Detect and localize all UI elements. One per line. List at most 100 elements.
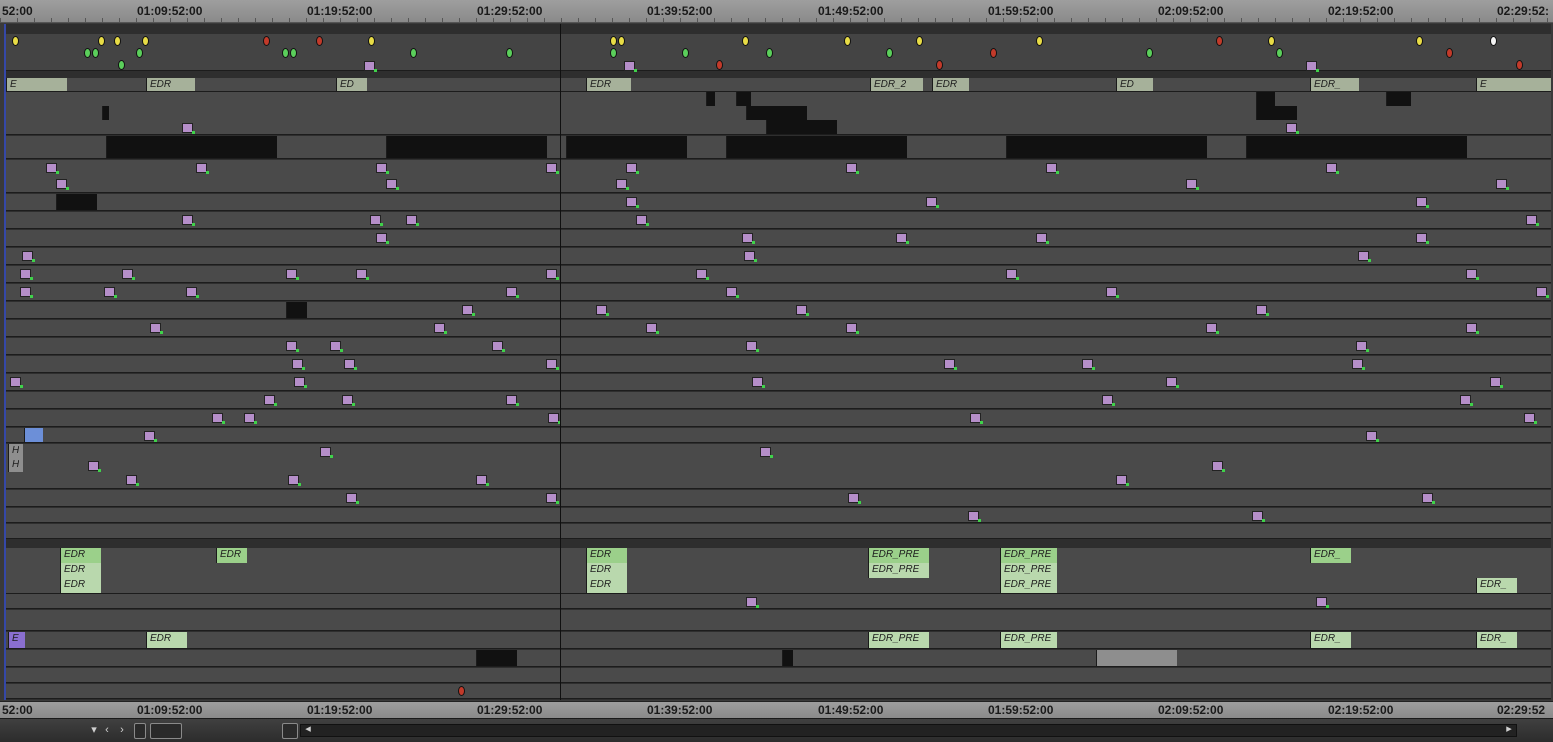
clip[interactable]: EDR_PRE bbox=[1000, 563, 1057, 578]
effect-icon[interactable] bbox=[546, 269, 559, 280]
effect-icon[interactable] bbox=[356, 269, 369, 280]
audio-track[interactable] bbox=[6, 594, 1551, 609]
effect-icon[interactable] bbox=[546, 493, 559, 504]
marker-yellow[interactable] bbox=[1416, 36, 1423, 46]
effect-icon[interactable] bbox=[1102, 395, 1115, 406]
clip[interactable] bbox=[706, 92, 715, 106]
clip[interactable]: EDR bbox=[146, 78, 195, 91]
effect-icon[interactable] bbox=[506, 287, 519, 298]
clip[interactable]: H bbox=[8, 444, 23, 458]
effect-icon[interactable] bbox=[1326, 163, 1339, 174]
effect-icon[interactable] bbox=[406, 215, 419, 226]
effect-icon[interactable] bbox=[1106, 287, 1119, 298]
effect-icon[interactable] bbox=[846, 163, 859, 174]
effect-icon[interactable] bbox=[1006, 269, 1019, 280]
clip[interactable] bbox=[56, 194, 97, 210]
video-track[interactable] bbox=[6, 524, 1551, 539]
clip[interactable] bbox=[1256, 106, 1297, 120]
clip[interactable]: EDR_2 bbox=[870, 78, 923, 91]
video-track[interactable]: E EDR ED EDR EDR_2 EDR ED EDR_ E bbox=[6, 78, 1551, 92]
clip[interactable]: EDR_ bbox=[1476, 578, 1517, 593]
marker-green[interactable] bbox=[118, 60, 125, 70]
zoom-slider[interactable] bbox=[150, 723, 182, 739]
effect-track[interactable] bbox=[6, 472, 1551, 489]
effect-icon[interactable] bbox=[796, 305, 809, 316]
effect-icon[interactable] bbox=[1358, 251, 1371, 262]
effect-icon[interactable] bbox=[150, 323, 163, 334]
effect-icon[interactable] bbox=[1366, 431, 1379, 442]
marker-red[interactable] bbox=[263, 36, 270, 46]
effect-icon[interactable] bbox=[1490, 377, 1503, 388]
clip[interactable]: E bbox=[1476, 78, 1551, 91]
effect-icon[interactable] bbox=[548, 413, 561, 424]
effect-icon[interactable] bbox=[1212, 461, 1225, 472]
marker-yellow[interactable] bbox=[618, 36, 625, 46]
chevron-right-icon[interactable]: › bbox=[116, 723, 128, 737]
marker-green[interactable] bbox=[282, 48, 289, 58]
scroll-left-icon[interactable]: ◂ bbox=[303, 722, 313, 736]
marker-green[interactable] bbox=[766, 48, 773, 58]
clip[interactable]: EDR_PRE bbox=[868, 632, 929, 648]
effect-icon[interactable] bbox=[56, 179, 69, 190]
clip[interactable]: EDR_ bbox=[1310, 548, 1351, 563]
effect-icon[interactable] bbox=[182, 123, 195, 134]
effect-icon[interactable] bbox=[506, 395, 519, 406]
effect-icon[interactable] bbox=[264, 395, 277, 406]
effect-track[interactable] bbox=[6, 410, 1551, 427]
effect-icon[interactable] bbox=[1416, 197, 1429, 208]
clip[interactable] bbox=[736, 92, 751, 106]
effect-icon[interactable] bbox=[626, 163, 639, 174]
clip[interactable]: ED bbox=[336, 78, 367, 91]
effect-track[interactable] bbox=[6, 284, 1551, 301]
effect-icon[interactable] bbox=[746, 597, 759, 608]
marker-yellow[interactable] bbox=[610, 36, 617, 46]
marker-red[interactable] bbox=[458, 686, 465, 696]
effect-icon[interactable] bbox=[1496, 179, 1509, 190]
effect-icon[interactable] bbox=[1524, 413, 1537, 424]
video-track[interactable] bbox=[6, 92, 1551, 107]
effect-icon[interactable] bbox=[1536, 287, 1549, 298]
video-track[interactable] bbox=[6, 120, 1551, 135]
effect-icon[interactable] bbox=[1460, 395, 1473, 406]
effect-icon[interactable] bbox=[746, 341, 759, 352]
video-track-dense[interactable] bbox=[6, 136, 1551, 159]
audio-track[interactable]: EDR EDR EDR_PRE EDR_ bbox=[6, 578, 1551, 594]
zoom-out-icon[interactable] bbox=[134, 723, 146, 739]
effect-icon[interactable] bbox=[636, 215, 649, 226]
horizontal-scrollbar[interactable]: ◂ ▸ bbox=[300, 722, 1517, 737]
clip[interactable]: EDR_PRE bbox=[868, 548, 929, 563]
effect-icon[interactable] bbox=[212, 413, 225, 424]
effect-icon[interactable] bbox=[10, 377, 23, 388]
effect-icon[interactable] bbox=[944, 359, 957, 370]
marker-yellow[interactable] bbox=[1268, 36, 1275, 46]
effect-icon[interactable] bbox=[626, 197, 639, 208]
clip[interactable] bbox=[726, 136, 907, 158]
marker-yellow[interactable] bbox=[142, 36, 149, 46]
marker-green[interactable] bbox=[84, 48, 91, 58]
effect-icon[interactable] bbox=[624, 61, 637, 72]
timecode-ruler-bottom[interactable]: 52:00 01:09:52:00 01:19:52:00 01:29:52:0… bbox=[0, 701, 1553, 719]
effect-icon[interactable] bbox=[926, 197, 939, 208]
marker-red[interactable] bbox=[1216, 36, 1223, 46]
effect-track[interactable]: H bbox=[6, 444, 1551, 459]
effect-track[interactable] bbox=[6, 302, 1551, 319]
clip[interactable]: EDR bbox=[586, 548, 627, 563]
clip[interactable] bbox=[782, 650, 793, 666]
effect-icon[interactable] bbox=[386, 179, 399, 190]
effect-icon[interactable] bbox=[646, 323, 659, 334]
effect-track[interactable] bbox=[6, 160, 1551, 177]
marker-track[interactable] bbox=[6, 58, 1551, 72]
clip[interactable]: EDR_ bbox=[1310, 78, 1359, 91]
clip[interactable]: EDR bbox=[60, 578, 101, 593]
audio-track[interactable] bbox=[6, 650, 1551, 667]
effect-icon[interactable] bbox=[434, 323, 447, 334]
marker-yellow[interactable] bbox=[1036, 36, 1043, 46]
clip[interactable] bbox=[286, 302, 307, 318]
effect-track[interactable] bbox=[6, 490, 1551, 507]
marker-yellow[interactable] bbox=[844, 36, 851, 46]
effect-track[interactable] bbox=[6, 508, 1551, 523]
effect-icon[interactable] bbox=[186, 287, 199, 298]
effect-icon[interactable] bbox=[596, 305, 609, 316]
effect-icon[interactable] bbox=[122, 269, 135, 280]
effect-icon[interactable] bbox=[22, 251, 35, 262]
